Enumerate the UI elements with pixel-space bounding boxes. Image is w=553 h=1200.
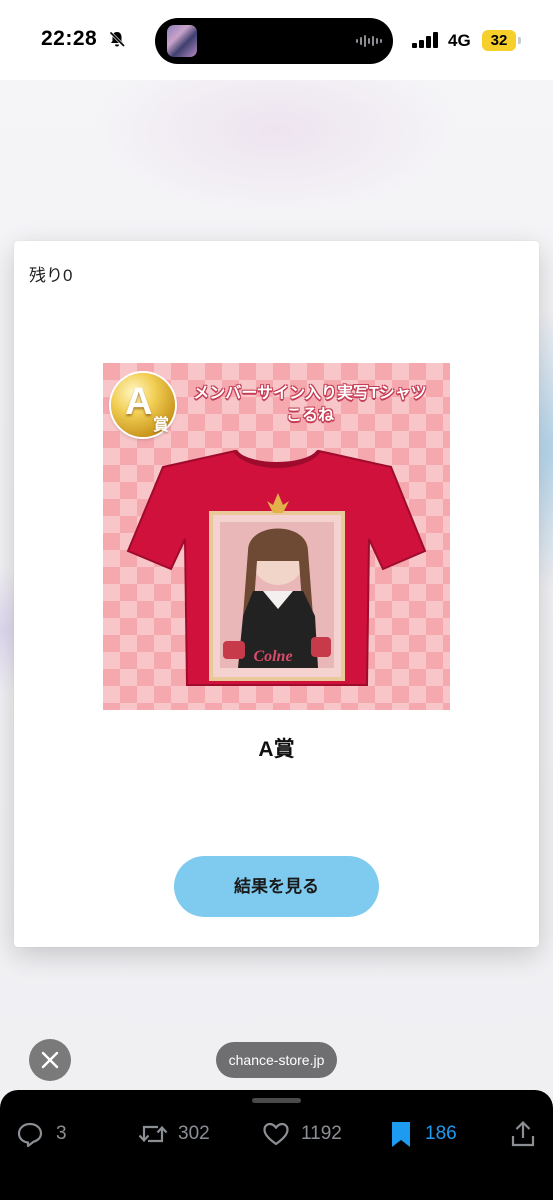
prize-result-modal: 残り0 A 賞 メンバーサイン入り実写Tシャツ こるね Colne A賞 結果を…	[14, 241, 539, 947]
share-button[interactable]	[510, 1120, 536, 1148]
medal-sub: 賞	[153, 417, 170, 434]
signal-icon	[412, 32, 438, 48]
prize-image-title: メンバーサイン入り実写Tシャツ こるね	[179, 383, 441, 427]
repost-count: 302	[178, 1123, 210, 1144]
bell-slash-icon	[109, 31, 126, 48]
bookmark-icon	[392, 1122, 410, 1147]
repost-button[interactable]: 302	[138, 1120, 228, 1148]
close-button[interactable]	[29, 1039, 71, 1081]
battery-level: 32	[482, 30, 516, 51]
like-button[interactable]: 1192	[262, 1120, 352, 1148]
like-icon	[263, 1122, 289, 1146]
tshirt-illustration: Colne	[126, 449, 427, 686]
reply-icon	[17, 1122, 43, 1148]
reply-button[interactable]: 3	[16, 1120, 76, 1148]
now-playing-thumbnail	[167, 25, 197, 57]
audio-wave-icon	[356, 35, 382, 47]
battery-cap	[518, 37, 521, 44]
reply-count: 3	[56, 1123, 67, 1144]
drag-handle[interactable]	[252, 1098, 301, 1103]
post-action-bar: 3 302 1192 186	[0, 1090, 553, 1200]
prize-image: A 賞 メンバーサイン入り実写Tシャツ こるね Colne	[103, 363, 450, 710]
dynamic-island[interactable]	[155, 18, 393, 64]
like-count: 1192	[301, 1123, 342, 1144]
network-type: 4G	[448, 31, 471, 50]
bookmark-count: 186	[425, 1123, 457, 1144]
view-result-button[interactable]: 結果を見る	[174, 856, 379, 917]
domain-label: chance-store.jp	[216, 1042, 337, 1078]
tshirt-signature: Colne	[253, 648, 292, 665]
prize-medal: A 賞	[111, 373, 175, 437]
bookmark-button[interactable]: 186	[389, 1120, 469, 1148]
share-icon	[511, 1120, 535, 1147]
medal-letter: A	[125, 381, 153, 423]
repost-icon	[138, 1125, 168, 1143]
prize-name: A賞	[258, 738, 295, 761]
status-bar: 22:28 4G 32	[0, 0, 553, 80]
prize-image-title-line1: メンバーサイン入り実写Tシャツ	[193, 385, 427, 402]
prize-image-title-line2: こるね	[285, 407, 334, 424]
status-time: 22:28	[41, 27, 98, 50]
remaining-count: 残り0	[29, 266, 73, 285]
close-icon	[41, 1051, 59, 1069]
